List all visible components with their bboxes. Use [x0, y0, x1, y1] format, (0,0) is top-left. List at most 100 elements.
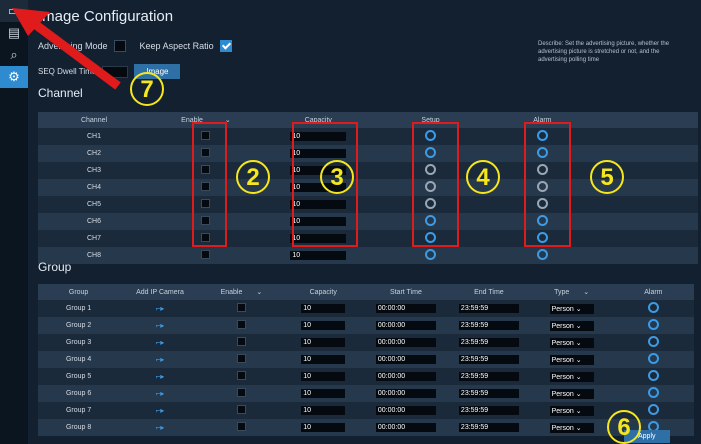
group-alarm-gear-icon[interactable]: [647, 336, 659, 347]
channel-row: CH8 10: [38, 247, 698, 264]
type-select[interactable]: Person ⌄: [549, 303, 594, 314]
description-text: Describe: Set the advertising picture, w…: [538, 41, 670, 63]
group-header-row: Group Add IP Camera Enable ⌄ Capacity St…: [38, 284, 694, 300]
chevron-down-icon: ⌄: [256, 289, 263, 296]
group-enable-checkbox[interactable]: [236, 337, 246, 346]
group-enable-checkbox[interactable]: [236, 422, 246, 431]
type-value: Person: [551, 322, 574, 330]
col-group-enable-label: Enable: [220, 289, 243, 296]
channel-name: CH2: [38, 145, 150, 162]
capacity-input[interactable]: 10: [290, 251, 347, 260]
add-camera-icon[interactable]: ⌐▸: [156, 304, 165, 313]
group-alarm-gear-icon[interactable]: [647, 404, 659, 415]
type-select[interactable]: Person ⌄: [549, 371, 594, 382]
setup-gear-icon[interactable]: [425, 249, 437, 260]
type-value: Person: [551, 373, 574, 381]
group-enable-checkbox[interactable]: [236, 320, 246, 329]
channel-name: CH5: [38, 196, 150, 213]
end-time-input[interactable]: 23:59:59: [458, 304, 519, 313]
type-select[interactable]: Person ⌄: [549, 422, 594, 433]
type-select[interactable]: Person ⌄: [549, 388, 594, 399]
group-section-title: Group: [38, 260, 72, 274]
end-time-input[interactable]: 23:59:59: [458, 338, 519, 347]
add-camera-icon[interactable]: ⌐▸: [156, 389, 165, 398]
type-value: Person: [551, 407, 574, 415]
group-alarm-gear-icon[interactable]: [647, 302, 659, 313]
col-group-enable[interactable]: Enable ⌄: [200, 284, 283, 300]
group-name: Group 3: [38, 334, 120, 351]
group-alarm-gear-icon[interactable]: [647, 319, 659, 330]
type-value: Person: [551, 305, 574, 313]
col-group: Group: [38, 284, 120, 300]
end-time-input[interactable]: 23:59:59: [458, 406, 519, 415]
end-time-input[interactable]: 23:59:59: [458, 372, 519, 381]
chevron-down-icon: ⌄: [575, 305, 582, 313]
annotation-5: 5: [590, 160, 624, 194]
start-time-input[interactable]: 00:00:00: [375, 338, 436, 347]
end-time-input[interactable]: 23:59:59: [458, 389, 519, 398]
add-camera-icon[interactable]: ⌐▸: [156, 423, 165, 432]
start-time-input[interactable]: 00:00:00: [375, 321, 436, 330]
main-panel: Image Configuration Advertising Mode Kee…: [28, 0, 701, 444]
highlight-setup: [412, 122, 459, 247]
group-name: Group 6: [38, 385, 120, 402]
group-alarm-gear-icon[interactable]: [647, 387, 659, 398]
highlight-alarm: [524, 122, 571, 247]
channel-name: CH1: [38, 128, 150, 145]
group-name: Group 7: [38, 402, 120, 419]
start-time-input[interactable]: 00:00:00: [375, 389, 436, 398]
annotation-2: 2: [236, 160, 270, 194]
group-name: Group 5: [38, 368, 120, 385]
group-capacity-input[interactable]: 10: [301, 321, 346, 330]
group-row: Group 3 ⌐▸ 10 00:00:00 23:59:59 Person ⌄: [38, 334, 694, 351]
add-camera-icon[interactable]: ⌐▸: [156, 406, 165, 415]
keep-aspect-checkbox[interactable]: [219, 40, 232, 52]
type-select[interactable]: Person ⌄: [549, 337, 594, 348]
chevron-down-icon: ⌄: [575, 390, 582, 398]
group-enable-checkbox[interactable]: [236, 354, 246, 363]
group-capacity-input[interactable]: 10: [301, 355, 346, 364]
group-capacity-input[interactable]: 10: [301, 304, 346, 313]
col-type[interactable]: Type ⌄: [530, 284, 613, 300]
group-alarm-gear-icon[interactable]: [647, 353, 659, 364]
add-camera-icon[interactable]: ⌐▸: [156, 355, 165, 364]
group-row: Group 4 ⌐▸ 10 00:00:00 23:59:59 Person ⌄: [38, 351, 694, 368]
group-capacity-input[interactable]: 10: [301, 423, 346, 432]
group-capacity-input[interactable]: 10: [301, 372, 346, 381]
alarm-gear-icon[interactable]: [536, 249, 548, 260]
add-camera-icon[interactable]: ⌐▸: [156, 372, 165, 381]
end-time-input[interactable]: 23:59:59: [458, 423, 519, 432]
group-capacity-input[interactable]: 10: [301, 338, 346, 347]
group-enable-checkbox[interactable]: [236, 405, 246, 414]
add-camera-icon[interactable]: ⌐▸: [156, 321, 165, 330]
group-alarm-gear-icon[interactable]: [647, 370, 659, 381]
type-select[interactable]: Person ⌄: [549, 354, 594, 365]
start-time-input[interactable]: 00:00:00: [375, 406, 436, 415]
type-select[interactable]: Person ⌄: [549, 405, 594, 416]
group-enable-checkbox[interactable]: [236, 303, 246, 312]
group-enable-checkbox[interactable]: [236, 388, 246, 397]
group-enable-checkbox[interactable]: [236, 371, 246, 380]
col-group-alarm: Alarm: [612, 284, 694, 300]
col-group-capacity: Capacity: [282, 284, 365, 300]
channel-name: CH7: [38, 230, 150, 247]
enable-checkbox[interactable]: [201, 250, 211, 259]
start-time-input[interactable]: 00:00:00: [375, 372, 436, 381]
start-time-input[interactable]: 00:00:00: [375, 304, 436, 313]
group-capacity-input[interactable]: 10: [301, 389, 346, 398]
add-camera-icon[interactable]: ⌐▸: [156, 338, 165, 347]
highlight-enable: [192, 122, 227, 247]
start-time-input[interactable]: 00:00:00: [375, 423, 436, 432]
red-arrow-annotation: [12, 8, 121, 90]
chevron-down-icon: ⌄: [575, 322, 582, 330]
end-time-input[interactable]: 23:59:59: [458, 355, 519, 364]
chevron-down-icon: ⌄: [575, 339, 582, 347]
start-time-input[interactable]: 00:00:00: [375, 355, 436, 364]
annotation-4: 4: [466, 160, 500, 194]
end-time-input[interactable]: 23:59:59: [458, 321, 519, 330]
type-select[interactable]: Person ⌄: [549, 320, 594, 331]
type-value: Person: [551, 390, 574, 398]
annotation-7: 7: [130, 72, 164, 106]
group-capacity-input[interactable]: 10: [301, 406, 346, 415]
chevron-down-icon: ⌄: [575, 424, 582, 432]
